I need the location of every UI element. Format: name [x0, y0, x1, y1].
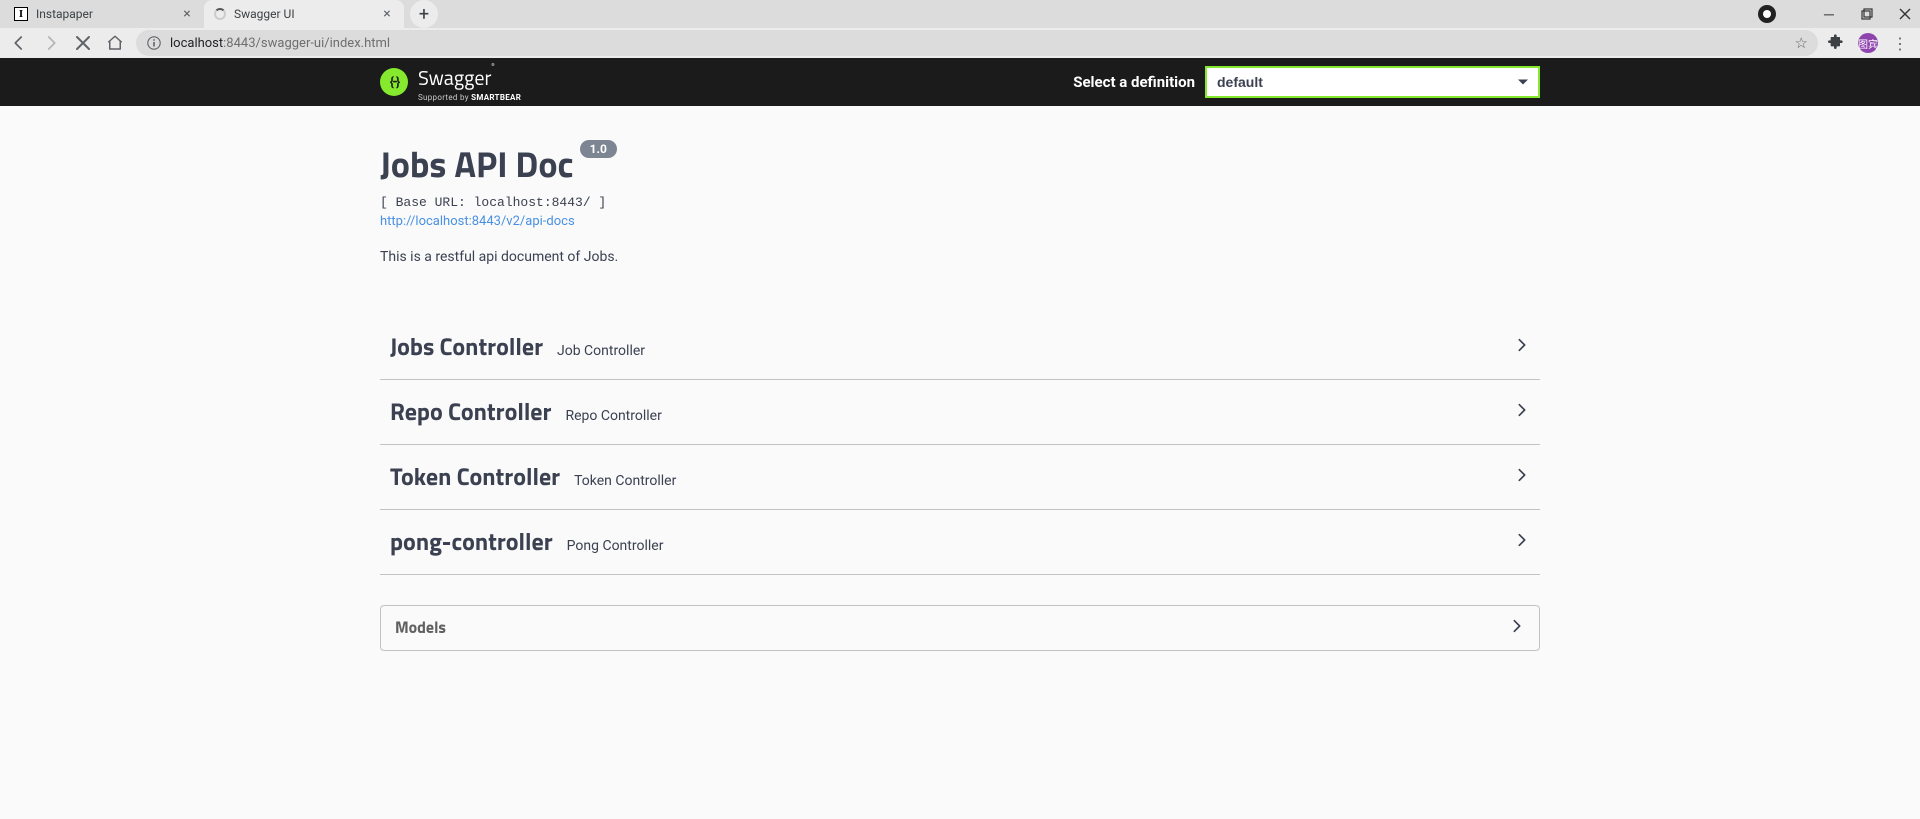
swagger-topbar: {··} Swagger® Supported by SMARTBEAR Sel… [0, 58, 1920, 106]
api-description: This is a restful api document of Jobs. [380, 249, 1540, 265]
omnibox[interactable]: localhost:8443/swagger-ui/index.html ☆ [136, 30, 1818, 56]
new-tab-button[interactable]: + [410, 0, 438, 28]
close-tab-icon[interactable]: × [180, 7, 194, 21]
swagger-content: Jobs API Doc 1.0 [ Base URL: localhost:8… [380, 106, 1540, 711]
close-tab-icon[interactable]: × [380, 7, 394, 21]
tag-description: Token Controller [574, 473, 676, 489]
tag-description: Job Controller [557, 343, 645, 359]
back-button[interactable] [8, 32, 30, 54]
api-docs-link[interactable]: http://localhost:8443/v2/api-docs [380, 214, 575, 229]
chevron-right-icon [1514, 337, 1530, 357]
tag-jobs-controller[interactable]: Jobs Controller Job Controller [380, 315, 1540, 380]
window-controls: ─ [1758, 0, 1914, 28]
swagger-mark-icon: {··} [380, 68, 408, 96]
extensions-icon[interactable] [1828, 33, 1844, 53]
models-title: Models [395, 616, 446, 640]
browser-tab-instapaper[interactable]: I Instapaper × [4, 0, 204, 28]
api-title: Jobs API Doc [380, 136, 574, 191]
profile-avatar[interactable]: 图宾 [1858, 33, 1878, 53]
chevron-right-icon [1514, 402, 1530, 422]
url-host: localhost [170, 36, 223, 51]
bookmark-star-icon[interactable]: ☆ [1795, 34, 1808, 52]
browser-menu-icon[interactable]: ⋮ [1892, 34, 1908, 53]
chevron-right-icon [1514, 532, 1530, 552]
tag-token-controller[interactable]: Token Controller Token Controller [380, 445, 1540, 510]
url-port: :8443 [223, 36, 255, 51]
models-section: Models [380, 605, 1540, 651]
tab-title: Swagger UI [234, 7, 372, 21]
extensions-area: 图宾 ⋮ [1828, 33, 1912, 53]
swagger-brand-text: Swagger [418, 62, 491, 93]
swagger-sub-brand: Supported by SMARTBEAR [418, 93, 521, 102]
minimize-window-icon[interactable]: ─ [1820, 5, 1838, 23]
definition-selector: Select a definition default [1073, 66, 1540, 98]
favicon-loading-icon [214, 8, 226, 20]
tag-description: Repo Controller [565, 408, 661, 424]
tag-name: pong-controller [390, 524, 553, 560]
site-info-icon[interactable] [146, 35, 162, 51]
address-bar: localhost:8443/swagger-ui/index.html ☆ 图… [0, 28, 1920, 58]
models-header[interactable]: Models [381, 606, 1539, 650]
tag-name: Repo Controller [390, 394, 551, 430]
forward-button[interactable] [40, 32, 62, 54]
api-version-badge: 1.0 [580, 140, 617, 158]
url-path: /swagger-ui/index.html [256, 36, 391, 51]
maximize-window-icon[interactable] [1858, 5, 1876, 23]
tag-repo-controller[interactable]: Repo Controller Repo Controller [380, 380, 1540, 445]
api-header: Jobs API Doc 1.0 [ Base URL: localhost:8… [380, 136, 1540, 265]
browser-tab-swagger[interactable]: Swagger UI × [204, 0, 404, 28]
tag-description: Pong Controller [567, 538, 664, 554]
page-viewport[interactable]: {··} Swagger® Supported by SMARTBEAR Sel… [0, 58, 1920, 819]
home-button[interactable] [104, 32, 126, 54]
tag-name: Token Controller [390, 459, 560, 495]
definition-label: Select a definition [1073, 73, 1195, 91]
url-text: localhost:8443/swagger-ui/index.html [170, 36, 390, 51]
tag-name: Jobs Controller [390, 329, 543, 365]
tag-pong-controller[interactable]: pong-controller Pong Controller [380, 510, 1540, 575]
definition-select[interactable]: default [1205, 66, 1540, 98]
chevron-right-icon [1509, 618, 1525, 638]
swagger-logo[interactable]: {··} Swagger® Supported by SMARTBEAR [380, 62, 521, 102]
stop-reload-button[interactable] [72, 32, 94, 54]
tab-strip: I Instapaper × Swagger UI × + ─ [0, 0, 1920, 28]
api-base-url: [ Base URL: localhost:8443/ ] [380, 195, 1540, 210]
close-window-icon[interactable] [1896, 5, 1914, 23]
tags-section: Jobs Controller Job Controller Repo Cont… [380, 315, 1540, 575]
tab-title: Instapaper [36, 7, 172, 21]
favicon-instapaper: I [14, 7, 28, 21]
browser-chrome: I Instapaper × Swagger UI × + ─ [0, 0, 1920, 58]
shields-icon[interactable] [1758, 5, 1776, 23]
chevron-right-icon [1514, 467, 1530, 487]
